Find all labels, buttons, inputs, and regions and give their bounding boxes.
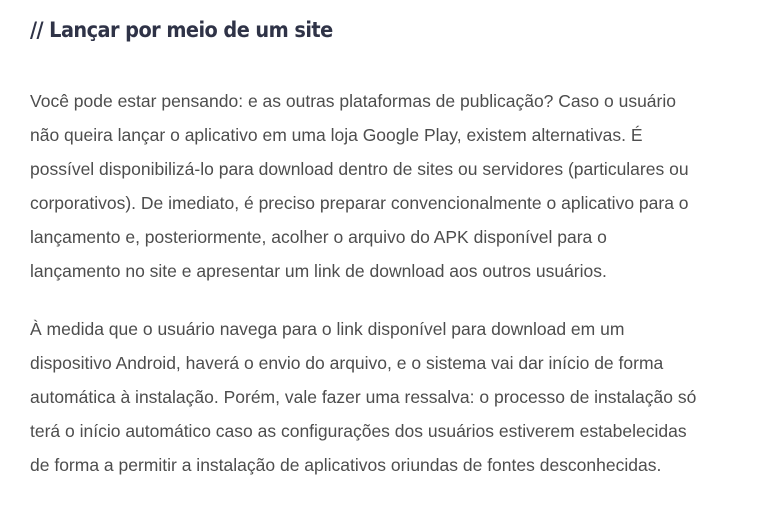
paragraph-line: dispositivo Android, haverá o envio do a… [30,353,664,373]
paragraph-line: automática à instalação. Porém, vale faz… [30,387,697,407]
paragraph-line: lançamento e, posteriormente, acolher o … [30,227,607,247]
paragraph-publishing-alternatives: Você pode estar pensando: e as outras pl… [30,84,750,288]
paragraph-line: lançamento no site e apresentar um link … [30,261,607,281]
paragraph-line: corporativos). De imediato, é preciso pr… [30,193,689,213]
paragraph-line: possível disponibilizá-lo para download … [30,159,689,179]
paragraph-line: de forma a permitir a instalação de apli… [30,455,662,475]
paragraph-line: terá o início automático caso as configu… [30,421,687,441]
article-section: // Lançar por meio de um site Você pode … [30,0,750,482]
section-heading: // Lançar por meio de um site [30,18,333,42]
paragraph-line: não queira lançar o aplicativo em uma lo… [30,125,643,145]
paragraph-line: À medida que o usuário navega para o lin… [30,319,625,339]
paragraph-line: Você pode estar pensando: e as outras pl… [30,91,676,111]
paragraph-android-install: À medida que o usuário navega para o lin… [30,312,750,482]
